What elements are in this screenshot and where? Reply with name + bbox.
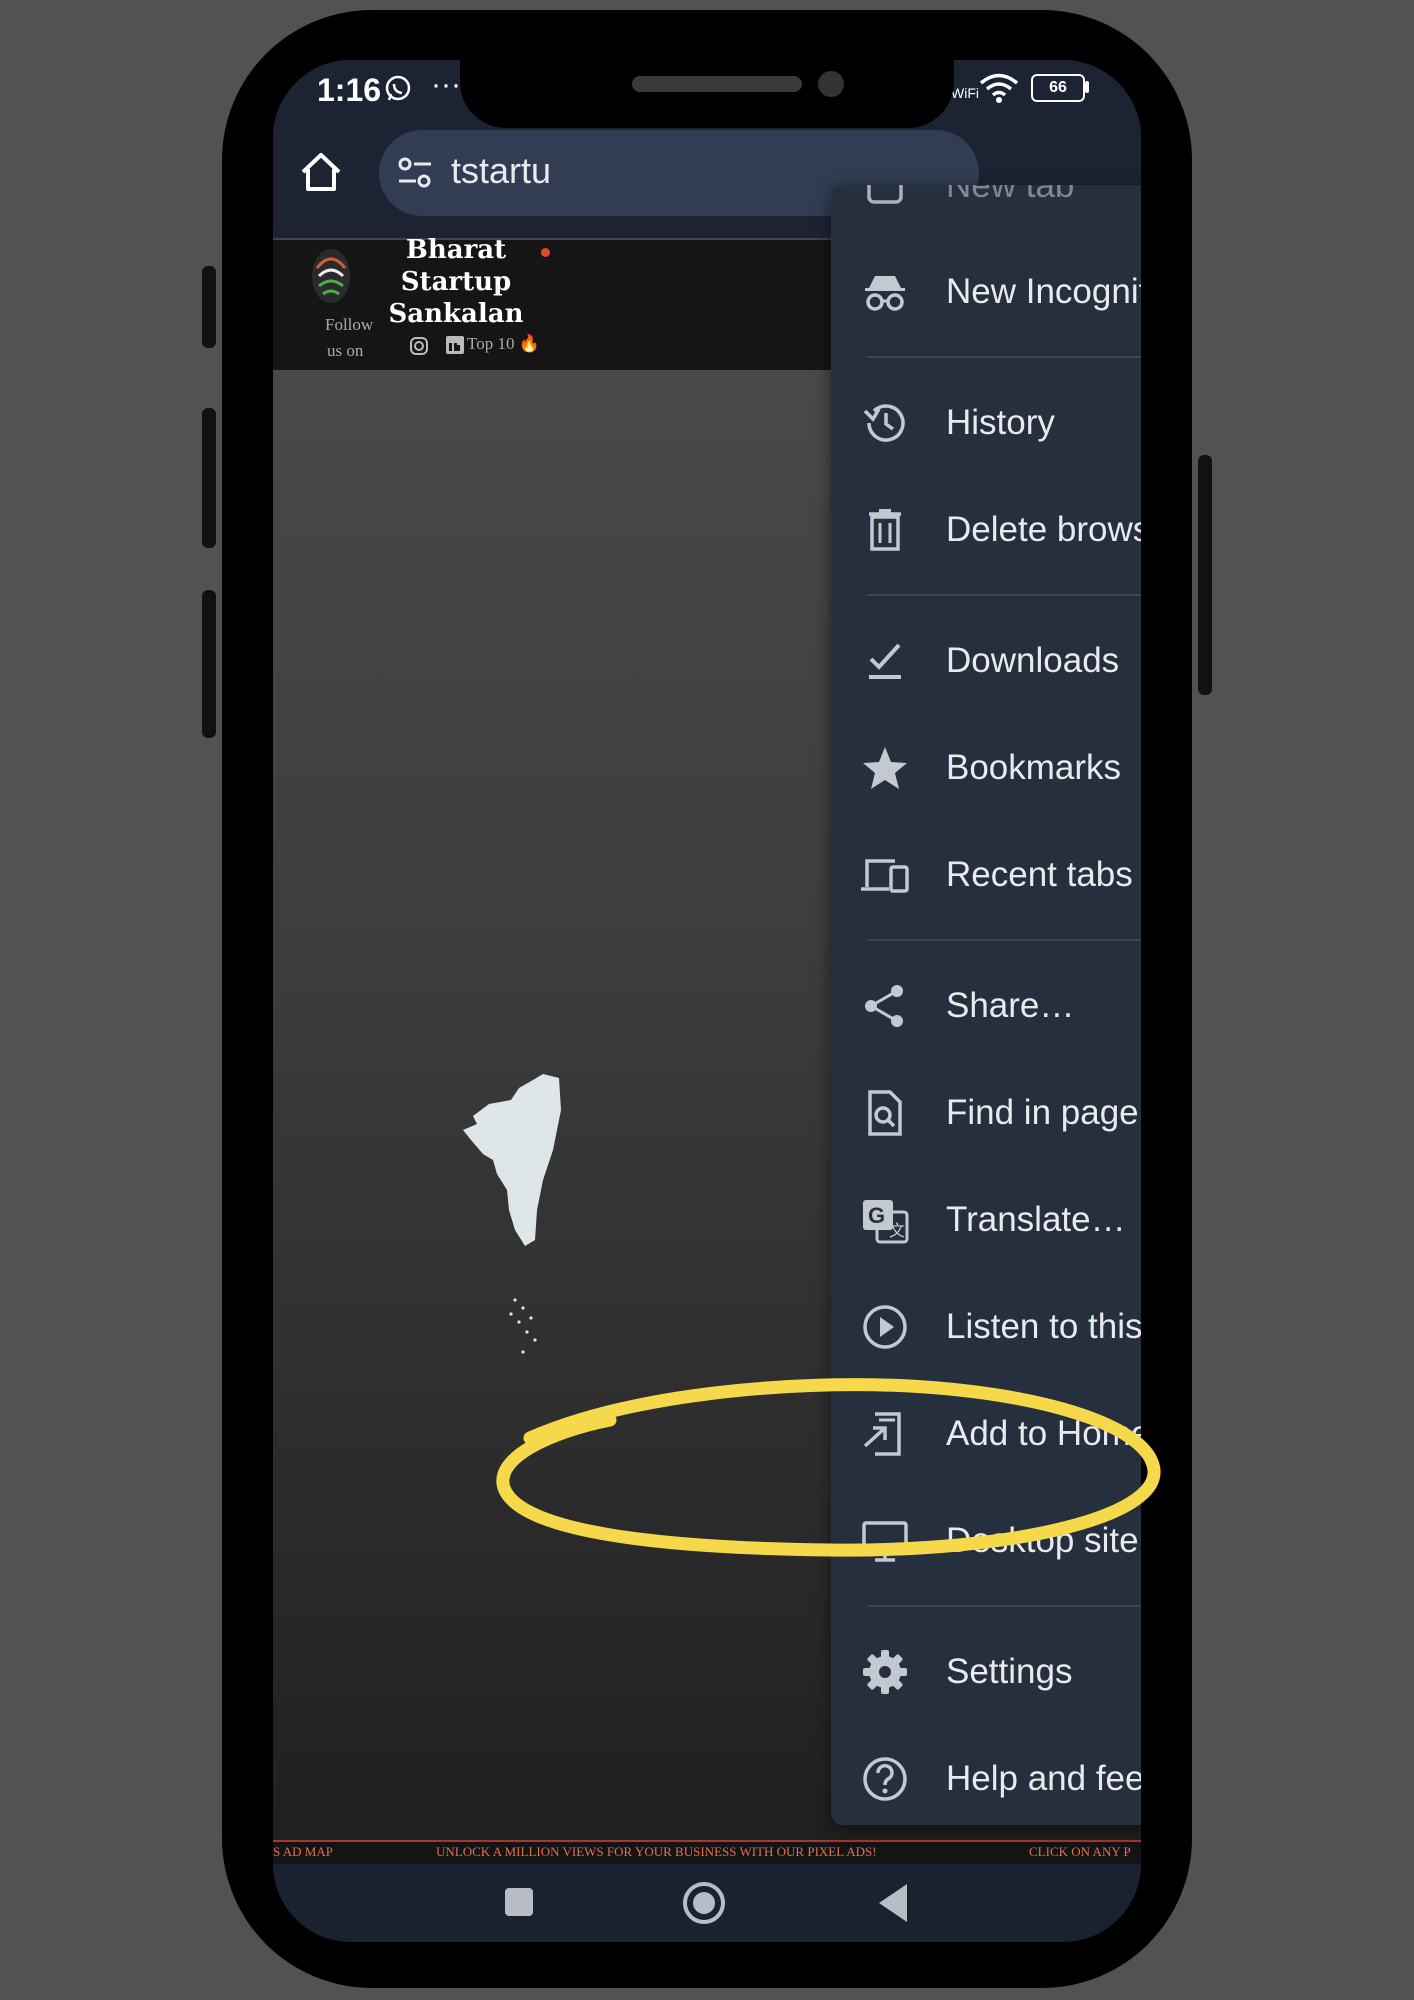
yellow-highlight-circle [496,1378,1161,1557]
menu-item-downloads[interactable]: Downloads [831,608,1141,714]
site-settings-icon[interactable] [397,156,433,190]
phone-side-button [202,266,216,348]
wifi-icon [979,73,1019,103]
incognito-icon [865,276,905,316]
ad-ticker[interactable]: S AD MAP UNLOCK A MILLION VIEWS FOR YOUR… [273,1840,1141,1864]
notification-dot [541,248,550,257]
recents-button-icon[interactable] [505,1888,533,1916]
menu-item-recent-tabs[interactable]: Recent tabs [831,822,1141,928]
translate-icon: G 文 [863,1200,909,1244]
url-text[interactable]: tstartu [451,150,551,192]
status-time: 1:16 [317,72,382,108]
new-tab-icon [861,185,909,210]
menu-item-history[interactable]: History [831,370,1141,476]
menu-item-listen[interactable]: Listen to this page [831,1274,1141,1380]
more-notifications-icon: ··· [431,68,461,101]
screen: 1:16 ··· WiFi 66 tstartu Bharat Startup … [273,60,1141,1942]
trash-icon [861,509,909,554]
menu-item-settings[interactable]: Settings [831,1619,1141,1725]
volume-down-button [202,590,216,738]
battery-icon: 66 [1031,74,1085,102]
follow-us-label: Follow us on [325,315,374,360]
devices-icon [861,851,909,899]
downloads-icon [861,637,909,685]
menu-item-help[interactable]: Help and feedback [831,1726,1141,1825]
svg-text:G: G [868,1203,885,1228]
find-in-page-icon [861,1089,909,1137]
home-button-icon[interactable] [681,1880,727,1926]
wifi-label: WiFi [951,85,979,101]
menu-item-find-in-page[interactable]: Find in page [831,1060,1141,1166]
whatsapp-notification-icon [385,75,411,101]
browser-overflow-menu: New tab New Incognito tab History [831,185,1141,1825]
menu-divider [867,1605,1141,1607]
menu-divider [867,356,1141,358]
top10-link[interactable]: Top 10 🔥 [467,334,540,354]
menu-item-delete-browsing-data[interactable]: Delete browsing data [831,477,1141,583]
svg-text:文: 文 [889,1222,905,1240]
linkedin-icon[interactable] [446,336,464,354]
power-button [1198,455,1212,695]
back-button-icon[interactable] [877,1882,911,1924]
fingerprint-logo-icon [312,249,350,303]
share-icon [865,985,903,1027]
home-icon[interactable] [299,150,343,194]
menu-item-bookmarks[interactable]: Bookmarks [831,715,1141,821]
menu-divider [867,594,1141,596]
battery-tip [1085,81,1089,93]
site-title: Bharat Startup Sankalan [388,235,524,329]
volume-up-button [202,408,216,548]
camera-notch [460,60,954,128]
menu-item-new-tab[interactable]: New tab [831,185,1141,239]
android-nav-bar [273,1864,1141,1942]
play-circle-icon [861,1303,909,1351]
instagram-icon[interactable] [409,336,429,356]
menu-divider [867,939,1141,941]
menu-item-incognito[interactable]: New Incognito tab [831,239,1141,345]
gear-icon [863,1650,907,1694]
menu-item-translate[interactable]: G 文 Translate… [831,1167,1141,1273]
history-icon [861,399,909,447]
help-icon [861,1755,909,1803]
star-icon [863,747,907,789]
menu-item-share[interactable]: Share… [831,953,1141,1059]
india-map [463,1074,561,1354]
